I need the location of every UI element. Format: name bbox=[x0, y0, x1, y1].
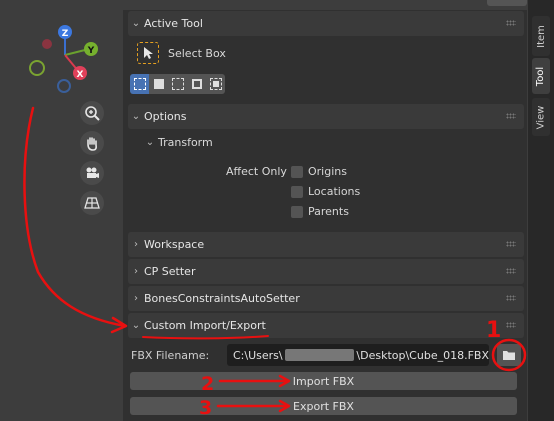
fbx-filename-label: FBX Filename: bbox=[131, 349, 210, 362]
zoom-icon[interactable] bbox=[80, 101, 104, 125]
transform-title: Transform bbox=[158, 135, 213, 149]
cp-setter-header[interactable]: › CP Setter bbox=[128, 259, 524, 284]
workspace-title: Workspace bbox=[144, 238, 205, 251]
mode-intersect-icon[interactable] bbox=[206, 74, 225, 94]
parents-label: Parents bbox=[308, 205, 349, 218]
navigation-gizmo[interactable]: Z Y X bbox=[0, 0, 123, 120]
tab-view[interactable]: View bbox=[532, 98, 550, 136]
gizmo-z-label: Z bbox=[62, 29, 69, 39]
camera-icon[interactable] bbox=[80, 161, 104, 185]
select-box-tool-icon[interactable] bbox=[137, 42, 159, 64]
path-prefix: C:\Users\ bbox=[233, 348, 283, 362]
locations-label: Locations bbox=[308, 185, 361, 198]
cp-setter-title: CP Setter bbox=[144, 265, 196, 278]
chevron-right-icon: › bbox=[134, 239, 138, 250]
drag-grip-icon[interactable] bbox=[506, 20, 516, 26]
mode-subtract-icon[interactable] bbox=[168, 74, 187, 94]
mode-extend-icon[interactable] bbox=[149, 74, 168, 94]
transform-subheader[interactable]: ⌄ Transform bbox=[142, 131, 213, 153]
redacted-username bbox=[284, 349, 355, 361]
chevron-down-icon: ⌄ bbox=[131, 320, 141, 331]
ortho-grid-icon[interactable] bbox=[80, 191, 104, 215]
drag-grip-icon[interactable] bbox=[506, 113, 516, 119]
3d-viewport[interactable]: Z Y X bbox=[0, 0, 123, 421]
origins-checkbox[interactable] bbox=[291, 166, 303, 178]
mode-set-icon[interactable] bbox=[130, 74, 149, 94]
export-fbx-button[interactable]: Export FBX bbox=[130, 397, 517, 415]
custom-import-export-header[interactable]: ⌄ Custom Import/Export bbox=[128, 313, 524, 338]
options-header[interactable]: ⌄ Options bbox=[128, 104, 524, 129]
options-title: Options bbox=[144, 110, 187, 123]
mode-difference-icon[interactable] bbox=[187, 74, 206, 94]
path-suffix: \Desktop\Cube_018.FBX bbox=[356, 348, 489, 362]
chevron-down-icon: ⌄ bbox=[131, 111, 141, 122]
active-tool-header[interactable]: ⌄ Active Tool bbox=[128, 11, 524, 36]
bones-constraints-header[interactable]: › BonesConstraintsAutoSetter bbox=[128, 286, 524, 311]
tool-name: Select Box bbox=[168, 47, 226, 60]
bones-constraints-title: BonesConstraintsAutoSetter bbox=[144, 292, 300, 305]
drag-grip-icon[interactable] bbox=[506, 322, 516, 328]
tab-item[interactable]: Item bbox=[532, 16, 550, 56]
locations-checkbox[interactable] bbox=[291, 186, 303, 198]
active-tool-title: Active Tool bbox=[144, 17, 203, 30]
selection-mode-buttons bbox=[130, 74, 226, 94]
custom-import-export-title: Custom Import/Export bbox=[144, 319, 266, 332]
workspace-header[interactable]: › Workspace bbox=[128, 232, 524, 257]
drag-grip-icon[interactable] bbox=[506, 241, 516, 247]
sidebar-tabs: Item Tool View bbox=[528, 0, 554, 421]
gizmo-y-label: Y bbox=[87, 46, 95, 56]
chevron-down-icon: ⌄ bbox=[131, 18, 141, 29]
file-browser-button[interactable] bbox=[497, 344, 521, 366]
gizmo-x-label: X bbox=[77, 70, 84, 80]
drag-grip-icon[interactable] bbox=[506, 268, 516, 274]
parents-checkbox[interactable] bbox=[291, 206, 303, 218]
options-tab-stub[interactable] bbox=[487, 0, 527, 6]
folder-icon bbox=[503, 351, 515, 360]
tab-tool[interactable]: Tool bbox=[532, 58, 550, 94]
fbx-filename-field[interactable]: C:\Users\ \Desktop\Cube_018.FBX bbox=[227, 344, 489, 366]
import-fbx-button[interactable]: Import FBX bbox=[130, 372, 517, 390]
pan-hand-icon[interactable] bbox=[80, 131, 104, 155]
chevron-down-icon: ⌄ bbox=[145, 136, 155, 148]
affect-only-label: Affect Only bbox=[226, 165, 287, 178]
chevron-right-icon: › bbox=[134, 266, 138, 277]
drag-grip-icon[interactable] bbox=[506, 295, 516, 301]
origins-label: Origins bbox=[308, 165, 347, 178]
chevron-right-icon: › bbox=[134, 293, 138, 304]
